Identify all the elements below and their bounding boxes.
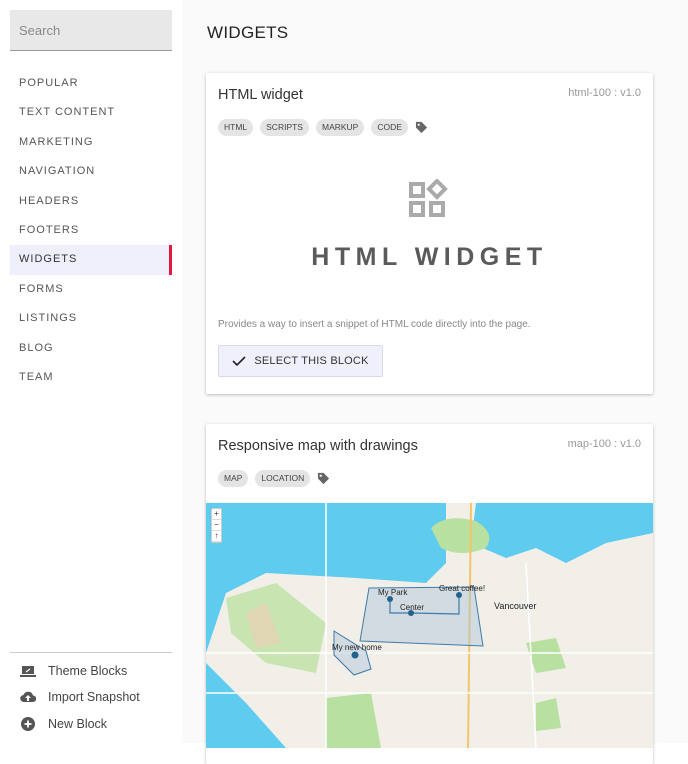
cloud-upload-icon — [20, 691, 36, 703]
reset-north-button[interactable]: ↑ — [212, 531, 221, 542]
tag-icon — [318, 472, 330, 485]
theme-blocks-button[interactable]: Theme Blocks — [20, 661, 127, 681]
nav-item-popular[interactable]: POPULAR — [10, 69, 172, 98]
zoom-out-button[interactable]: − — [212, 520, 221, 531]
marker-label: Center — [400, 603, 424, 612]
sidebar: POPULAR TEXT CONTENT MARKETING NAVIGATIO… — [0, 0, 182, 743]
card-description: Provides a way to insert a snippet of HT… — [218, 319, 531, 330]
tag-icon — [415, 121, 427, 134]
nav-item-listings[interactable]: LISTINGS — [10, 304, 172, 333]
hero-text: HTML WIDGET — [311, 243, 548, 271]
card-id: html-100 : v1.0 — [568, 87, 641, 99]
marker-label: Great coffee! — [439, 584, 485, 593]
tag[interactable]: MAP — [218, 470, 249, 487]
block-card-map: Responsive map with drawings map-100 : v… — [206, 424, 653, 764]
nav-item-marketing[interactable]: MARKETING — [10, 128, 172, 157]
page-title: WIDGETS — [207, 23, 289, 42]
search-input[interactable] — [10, 10, 172, 51]
theme-blocks-label: Theme Blocks — [48, 664, 128, 678]
marker-label: My Park — [378, 588, 408, 597]
nav-item-headers[interactable]: HEADERS — [10, 187, 172, 216]
map-canvas[interactable]: My Park Great coffee! Center My new home… — [206, 503, 653, 748]
category-nav: POPULAR TEXT CONTENT MARKETING NAVIGATIO… — [10, 69, 172, 392]
card-id: map-100 : v1.0 — [567, 438, 641, 450]
nav-item-footers[interactable]: FOOTERS — [10, 216, 172, 245]
block-card-html-widget: HTML widget html-100 : v1.0 HTML SCRIPTS… — [206, 73, 653, 394]
nav-item-widgets[interactable]: WIDGETS — [10, 245, 172, 276]
tag[interactable]: SCRIPTS — [260, 119, 309, 136]
main-content: WIDGETS HTML widget html-100 : v1.0 HTML… — [182, 0, 688, 764]
card-title: HTML widget — [218, 87, 303, 103]
tag-list: HTML SCRIPTS MARKUP CODE — [218, 119, 428, 136]
card-title: Responsive map with drawings — [218, 438, 418, 454]
tag[interactable]: CODE — [371, 119, 408, 136]
widgets-icon — [409, 179, 448, 217]
import-snapshot-label: Import Snapshot — [48, 690, 140, 704]
divider — [10, 652, 172, 653]
select-block-label: SELECT THIS BLOCK — [254, 355, 369, 367]
nav-item-team[interactable]: TEAM — [10, 363, 172, 392]
nav-item-text-content[interactable]: TEXT CONTENT — [10, 98, 172, 127]
tag[interactable]: MARKUP — [315, 119, 365, 136]
select-block-button[interactable]: SELECT THIS BLOCK — [218, 345, 383, 377]
zoom-in-button[interactable]: + — [212, 509, 221, 520]
new-block-label: New Block — [48, 717, 108, 731]
nav-item-navigation[interactable]: NAVIGATION — [10, 157, 172, 186]
city-label: Vancouver — [494, 601, 536, 611]
map-zoom-controls: + − ↑ — [211, 508, 222, 543]
tag-list: MAP LOCATION — [218, 470, 330, 487]
new-block-button[interactable]: New Block — [20, 714, 107, 734]
map-marker[interactable] — [351, 651, 359, 659]
nav-item-blog[interactable]: BLOG — [10, 334, 172, 363]
map[interactable]: My Park Great coffee! Center My new home… — [206, 503, 653, 748]
add-circle-icon — [21, 717, 35, 731]
check-icon — [232, 356, 246, 367]
tag[interactable]: LOCATION — [255, 470, 311, 487]
laptop-icon — [20, 666, 36, 677]
tag[interactable]: HTML — [218, 119, 254, 136]
import-snapshot-button[interactable]: Import Snapshot — [20, 687, 140, 707]
nav-item-forms[interactable]: FORMS — [10, 275, 172, 304]
marker-label: My new home — [332, 643, 382, 652]
